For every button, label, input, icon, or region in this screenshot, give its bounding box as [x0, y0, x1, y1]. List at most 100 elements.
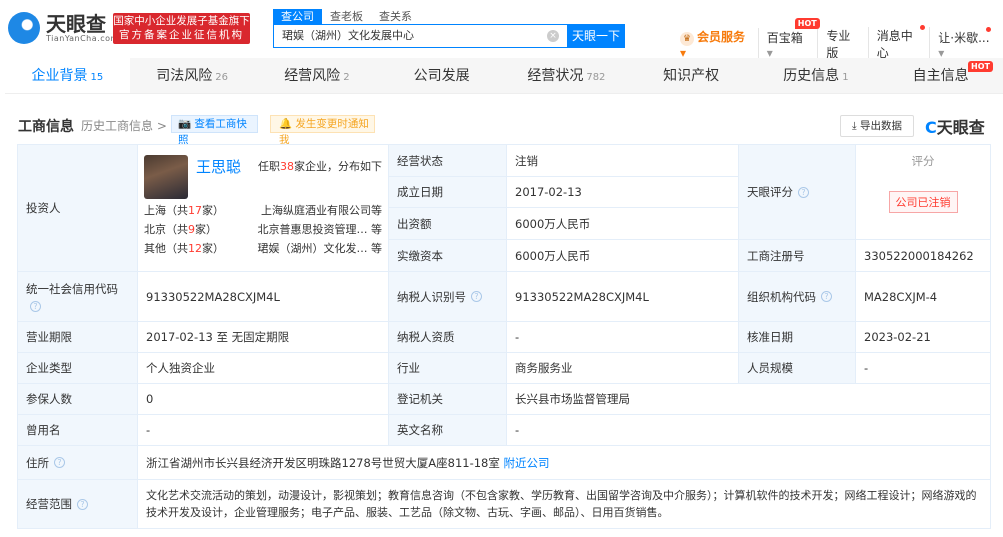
search-value: 珺娱（湖州）文化发展中心	[282, 29, 414, 42]
help-icon[interactable]: ?	[798, 186, 809, 198]
region-suffix: 家）	[195, 223, 217, 236]
clear-icon[interactable]: ×	[547, 30, 559, 42]
region-company: 上海纵庭酒业有限公司等	[261, 204, 382, 217]
vip-label: 会员服务	[697, 30, 746, 44]
region-company: 珺娱（湖州）文化发… 等	[257, 242, 383, 255]
search-button[interactable]: 天眼一下	[567, 24, 625, 48]
region-count: 17	[188, 204, 202, 217]
type-value: 个人独资企业	[138, 353, 389, 384]
tab-operations[interactable]: 经营状况 782	[504, 58, 629, 93]
help-icon[interactable]: ?	[54, 457, 65, 468]
investor-name-link[interactable]: 王思聪	[196, 156, 241, 177]
english-name-label: 英文名称	[389, 415, 507, 446]
main-tabs: 企业背景 15 司法风险 26 经营风险 2 公司发展 经营状况 782 知识产权 历史…	[5, 58, 1003, 94]
brand-watermark: C天眼查	[925, 114, 985, 138]
staff-label: 人员规模	[739, 353, 856, 384]
badge-line1: 国家中小企业发展子基金旗下	[113, 15, 250, 27]
industry-value: 商务服务业	[507, 353, 739, 384]
english-name-value: -	[507, 415, 991, 446]
search-tab-company[interactable]: 查公司	[273, 9, 322, 24]
notification-dot	[986, 26, 991, 32]
pro-version-link[interactable]: 专业版	[818, 27, 869, 61]
score-label-text: 天眼评分	[747, 185, 793, 199]
insured-value: 0	[138, 384, 389, 415]
section-title: 工商信息	[18, 119, 74, 135]
credit-value: 91330522MA28CXJM4L	[138, 272, 389, 322]
treasure-box-menu[interactable]: 百宝箱 ▾ HOT	[759, 17, 820, 60]
view-snapshot-button[interactable]: 📷 查看工商快照	[171, 115, 258, 146]
search-tab-relation[interactable]: 查关系	[371, 9, 420, 24]
capital-value: 6000万人民币	[507, 208, 739, 240]
taxid-value: 91330522MA28CXJM4L	[507, 272, 739, 322]
tab-background[interactable]: 企业背景 15	[5, 58, 130, 93]
badge-line2: 官方备案企业征信机构	[119, 29, 244, 41]
capital-label: 出资额	[389, 208, 507, 240]
notify-me-button[interactable]: 🔔 发生变更时通知我	[270, 115, 375, 146]
top-nav: ♛ 会员服务 ▾ 百宝箱 ▾ HOT 专业版 消息中心 让·米歇... ▾	[672, 17, 1003, 61]
scope-label-text: 经营范围	[26, 497, 72, 511]
tab-label: 经营风险	[284, 68, 341, 84]
vip-service-menu[interactable]: ♛ 会员服务 ▾	[672, 28, 759, 60]
search-tab-boss[interactable]: 查老板	[322, 9, 371, 24]
address-text: 浙江省湖州市长兴县经济开发区明珠路1278号世贸大厦A座811-18室	[146, 455, 500, 470]
region: 北京（共	[144, 223, 188, 236]
help-icon[interactable]: ?	[30, 301, 41, 312]
type-label: 企业类型	[18, 353, 138, 384]
tab-legal-risk[interactable]: 司法风险 26	[130, 58, 255, 93]
status-label: 经营状态	[389, 145, 507, 177]
tab-self-info[interactable]: 自主信息 HOT	[878, 58, 1003, 93]
help-icon[interactable]: ?	[471, 291, 482, 302]
export-data-button[interactable]: ⤓ 导出数据	[840, 115, 914, 137]
tab-count: 15	[90, 72, 104, 83]
tab-development[interactable]: 公司发展	[379, 58, 504, 93]
paid-value: 6000万人民币	[507, 240, 739, 272]
paid-label: 实缴资本	[389, 240, 507, 272]
user-menu[interactable]: 让·米歇... ▾	[930, 26, 1003, 60]
hot-badge: HOT	[968, 61, 993, 72]
camera-icon: 📷	[178, 118, 195, 130]
crown-icon: ♛	[680, 32, 694, 46]
logo-subtitle: TianYanCha.com	[46, 33, 119, 43]
founded-value: 2017-02-13	[507, 177, 739, 208]
region-count: 9	[188, 223, 195, 236]
org-value: MA28CXJM-4	[856, 272, 991, 322]
term-value: 2017-02-13 至 无固定期限	[138, 322, 389, 353]
tab-ip[interactable]: 知识产权	[629, 58, 754, 93]
help-icon[interactable]: ?	[821, 291, 832, 302]
credit-label-text: 统一社会信用代码	[26, 282, 118, 296]
regno-value: 330522000184262	[856, 240, 991, 272]
score-label: 天眼评分?	[739, 145, 856, 240]
scope-label: 经营范围?	[18, 480, 138, 529]
region-count: 12	[188, 242, 202, 255]
notification-dot	[920, 25, 926, 30]
approve-label: 核准日期	[739, 322, 856, 353]
region-suffix: 家）	[202, 204, 224, 217]
hot-badge: HOT	[794, 17, 820, 29]
status-value: 注销	[507, 145, 739, 177]
search-input[interactable]: 珺娱（湖州）文化发展中心 ×	[273, 24, 567, 48]
nearby-companies-link[interactable]: 附近公司	[504, 455, 550, 471]
region-row[interactable]: 其他（共12家） 珺娱（湖州）文化发… 等	[144, 239, 382, 258]
avatar[interactable]	[144, 155, 188, 199]
help-icon[interactable]: ?	[77, 498, 88, 510]
former-name-value: -	[138, 415, 389, 446]
search-type-tabs: 查公司 查老板 查关系	[273, 9, 420, 24]
tab-business-risk[interactable]: 经营风险 2	[255, 58, 380, 93]
staff-value: -	[856, 353, 991, 384]
message-center-link[interactable]: 消息中心	[869, 25, 931, 61]
history-info-link[interactable]: 历史工商信息 >	[81, 117, 167, 134]
address-value: 浙江省湖州市长兴县经济开发区明珠路1278号世贸大厦A座811-18室 附近公司	[138, 446, 991, 480]
official-badge: 国家中小企业发展子基金旗下 官方备案企业征信机构	[113, 13, 250, 44]
region-suffix: 家）	[202, 242, 224, 255]
tab-count: 26	[215, 72, 228, 83]
region-row[interactable]: 北京（共9家） 北京普惠思投资管理… 等	[144, 220, 382, 239]
insured-label: 参保人数	[18, 384, 138, 415]
tab-history[interactable]: 历史信息 1	[754, 58, 879, 93]
user-name: 让·米歇...	[938, 30, 990, 45]
region-row[interactable]: 上海（共17家） 上海纵庭酒业有限公司等	[144, 201, 382, 220]
logo[interactable]: 天眼查 TianYanCha.com	[8, 12, 119, 44]
tab-label: 企业背景	[31, 68, 88, 84]
term-label: 营业期限	[18, 322, 138, 353]
tab-label: 自主信息	[912, 68, 969, 84]
tab-count: 2	[343, 72, 350, 83]
